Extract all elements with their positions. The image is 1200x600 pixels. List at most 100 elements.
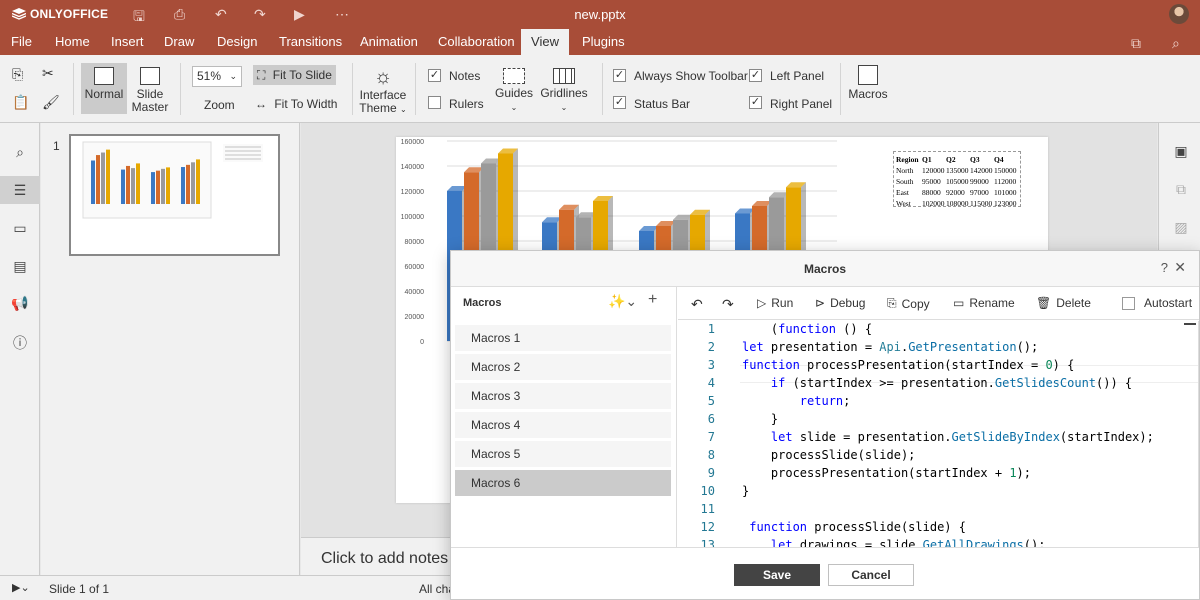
tab-view[interactable]: View xyxy=(521,29,569,55)
thumbnail-bar xyxy=(161,168,165,204)
chevron-down-icon: ⌄ xyxy=(560,103,568,112)
close-icon[interactable]: ✕ xyxy=(1174,259,1186,276)
fit-to-width-button[interactable]: ↔ Fit To Width xyxy=(255,96,345,116)
macro-list-item[interactable]: Macros 6 xyxy=(455,470,671,496)
slideshow-icon[interactable]: ▶⌄ xyxy=(12,581,30,594)
chat-icon[interactable]: ▤ xyxy=(10,258,30,278)
paste-icon[interactable]: 📋 xyxy=(12,94,29,111)
tab-plugins[interactable]: Plugins xyxy=(572,29,635,55)
code-editor[interactable]: 1 2 3 4 5 6 7 8 9 10 11 12 13 (function () {let pres… xyxy=(678,321,1199,547)
macro-list-item[interactable]: Macros 4 xyxy=(455,412,671,438)
save-button[interactable]: Save xyxy=(734,564,820,586)
debug-button[interactable]: ⊳ Debug xyxy=(815,296,865,310)
y-tick-label: 40000 xyxy=(405,289,425,296)
cancel-button[interactable]: Cancel xyxy=(828,564,914,586)
avatar[interactable] xyxy=(1169,4,1189,24)
tab-file[interactable]: File xyxy=(1,29,42,55)
comments-icon[interactable]: ▭ xyxy=(10,220,30,240)
shape-settings-icon[interactable]: ⧉ xyxy=(1171,181,1191,201)
copy-icon[interactable]: ⎘ xyxy=(12,66,23,83)
right-panel-checkbox[interactable]: ✓ xyxy=(749,96,762,109)
slide-master-label-2: Master xyxy=(131,100,169,114)
macro-list-item[interactable]: Macros 5 xyxy=(455,441,671,467)
autostart-toggle[interactable]: Autostart xyxy=(1122,296,1192,310)
cut-icon[interactable]: ✂ xyxy=(42,65,54,82)
line-number: 9 xyxy=(707,466,715,480)
fit-to-width-icon: ↔ xyxy=(255,97,267,111)
macro-list-item[interactable]: Macros 3 xyxy=(455,383,671,409)
redo-icon[interactable]: ↷ xyxy=(722,296,734,313)
normal-view-button[interactable]: Normal xyxy=(81,63,127,114)
fit-to-slide-button[interactable]: ⛶ Fit To Slide xyxy=(253,65,336,85)
tab-home[interactable]: Home xyxy=(45,29,100,55)
help-icon[interactable]: ? xyxy=(1161,260,1168,275)
line-number-gutter: 1 2 3 4 5 6 7 8 9 10 11 12 13 xyxy=(678,321,740,547)
search-icon[interactable]: ⌕ xyxy=(10,144,30,164)
slide-settings-icon[interactable]: ▣ xyxy=(1171,143,1191,163)
guides-button[interactable]: Guides ⌄ xyxy=(494,68,534,114)
code-line: let drawings = slide.GetAllDrawings(); xyxy=(770,538,1046,547)
macros-list-panel: Macros ✨⌄ + Macros 1 Macros 2 Macros 3 Macr… xyxy=(451,287,677,547)
autostart-checkbox[interactable] xyxy=(1122,296,1135,310)
line-number: 6 xyxy=(707,412,715,426)
left-panel-checkbox[interactable]: ✓ xyxy=(749,69,762,82)
sun-icon: ☼ xyxy=(373,66,393,88)
y-tick-label: 0 xyxy=(420,339,424,346)
notes-checkbox[interactable]: ✓ xyxy=(428,69,441,82)
zoom-select[interactable]: 51% ⌄ xyxy=(192,66,242,87)
tab-draw[interactable]: Draw xyxy=(154,29,204,55)
slides-icon[interactable]: ☰ xyxy=(0,176,40,204)
macros-button[interactable]: Macros xyxy=(847,65,889,101)
chevron-down-icon: ⌄ xyxy=(229,71,237,81)
y-tick-label: 140000 xyxy=(401,164,424,171)
copy-button[interactable]: ⎘ Copy xyxy=(887,296,930,311)
slide-master-button[interactable]: Slide Master xyxy=(129,67,171,114)
thumbnail-bar xyxy=(106,149,110,204)
table-cell: 123000 xyxy=(994,199,1017,208)
copy-style-icon[interactable]: 🖌 xyxy=(42,94,60,111)
table-row: South 95000 105000 99000 112000 xyxy=(896,176,1018,187)
gridlines-label: Gridlines xyxy=(540,86,588,100)
always-show-toolbar-checkbox[interactable]: ✓ xyxy=(613,69,626,82)
macro-list-item[interactable]: Macros 2 xyxy=(455,354,671,380)
add-macro-icon[interactable]: + xyxy=(648,291,657,309)
trash-icon: 🗑 xyxy=(1036,296,1052,310)
run-button[interactable]: ▷ Run xyxy=(757,296,793,310)
table-cell: 99000 xyxy=(970,177,989,186)
table-row: East 88000 92000 97000 101000 xyxy=(896,187,1018,198)
tab-insert[interactable]: Insert xyxy=(101,29,154,55)
thumbnail-bar xyxy=(96,155,100,204)
fit-to-slide-label: Fit To Slide xyxy=(272,68,332,82)
zoom-value: 51% xyxy=(197,69,222,83)
tab-animation[interactable]: Animation xyxy=(350,29,428,55)
slide-thumbnail[interactable] xyxy=(69,134,280,256)
notes-label: Notes xyxy=(449,69,481,83)
slide-number: 1 xyxy=(53,139,60,153)
tab-collaboration[interactable]: Collaboration xyxy=(428,29,525,55)
about-icon[interactable]: ⓘ xyxy=(10,333,30,353)
tab-transitions[interactable]: Transitions xyxy=(269,29,352,55)
undo-icon[interactable]: ↶ xyxy=(691,296,703,313)
rulers-checkbox[interactable] xyxy=(428,96,441,109)
table-cell: Region xyxy=(896,155,919,164)
open-location-icon[interactable]: ⧉ xyxy=(1131,35,1141,52)
status-bar-checkbox[interactable]: ✓ xyxy=(613,96,626,109)
scrollbar[interactable] xyxy=(1184,323,1196,325)
data-table[interactable]: Region Q1 Q2 Q3 Q4 North 120000 135000 142000 150… xyxy=(893,151,1021,208)
gridlines-button[interactable]: Gridlines ⌄ xyxy=(540,68,588,114)
macro-list-item[interactable]: Macros 1 xyxy=(455,325,671,351)
image-settings-icon[interactable]: ▨ xyxy=(1171,219,1191,239)
line-number: 7 xyxy=(707,430,715,444)
rename-label: Rename xyxy=(969,296,1015,310)
delete-button[interactable]: 🗑 Delete xyxy=(1036,296,1091,310)
interface-theme-button[interactable]: ☼ Interface Theme ⌄ xyxy=(358,65,408,116)
search-icon[interactable]: ⌕ xyxy=(1172,35,1180,52)
fit-to-slide-icon: ⛶ xyxy=(257,68,266,82)
ai-magic-icon[interactable]: ✨⌄ xyxy=(608,293,637,310)
tab-design[interactable]: Design xyxy=(207,29,267,55)
code-line: if (startIndex >= presentation.GetSlides… xyxy=(770,376,1133,390)
rename-button[interactable]: ▭ Rename xyxy=(953,296,1015,310)
fit-to-width-label: Fit To Width xyxy=(274,97,338,111)
feedback-icon[interactable]: 📢 xyxy=(10,295,30,315)
table-cell: Q1 xyxy=(922,155,932,164)
